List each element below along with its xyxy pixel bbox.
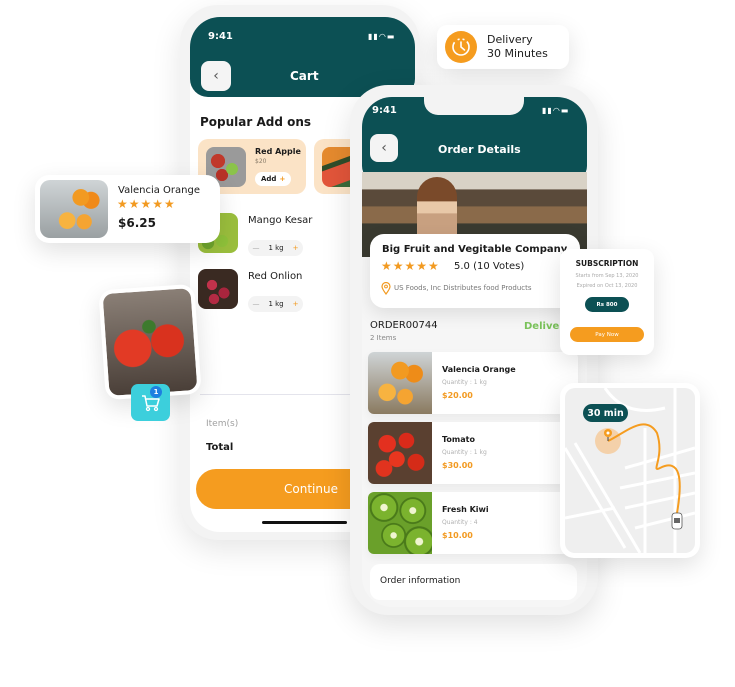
order-information-label: Order information bbox=[380, 576, 461, 586]
eta-badge: 30 min bbox=[583, 404, 628, 422]
item-count: 2 Items bbox=[370, 334, 397, 342]
add-button[interactable]: Add + bbox=[255, 172, 292, 186]
item-name: Red Onlion bbox=[248, 271, 303, 282]
tomato-image bbox=[368, 422, 432, 484]
rating-stars: ★★★★★ bbox=[381, 259, 440, 273]
store-name: Big Fruit and Vegitable Company bbox=[382, 244, 568, 255]
subscription-start: Starts from Sep 13, 2020 bbox=[575, 273, 639, 279]
chevron-left-icon: ‹ bbox=[381, 140, 387, 156]
items-label: Item(s) bbox=[206, 419, 239, 429]
back-button[interactable]: ‹ bbox=[201, 61, 231, 91]
clock-icon bbox=[445, 31, 477, 63]
addon-price: $20 bbox=[255, 158, 267, 165]
product-name: Valencia Orange bbox=[118, 185, 200, 196]
signal-icon: ▮▮ bbox=[542, 106, 553, 115]
addon-name: Red Apple bbox=[255, 147, 301, 156]
order-id: ORDER00744 bbox=[370, 320, 438, 331]
map-card[interactable]: 30 min bbox=[560, 383, 700, 558]
order-item[interactable]: Valencia Orange Quantity : 1 kg $20.00 bbox=[368, 352, 578, 414]
subscription-expiry: Expired on Oct 13, 2020 bbox=[576, 283, 638, 289]
order-information-row[interactable]: Order information bbox=[370, 564, 577, 600]
subscription-title: SUBSCRIPTION bbox=[575, 259, 639, 268]
store-card[interactable]: Big Fruit and Vegitable Company ★★★★★ 5.… bbox=[370, 234, 580, 308]
battery-icon: ▬ bbox=[386, 32, 396, 41]
quantity-stepper[interactable]: — 1 kg + bbox=[248, 296, 303, 312]
store-address: US Foods, Inc Distributes food Products bbox=[394, 284, 532, 292]
item-name: Valencia Orange bbox=[442, 365, 516, 374]
quantity-stepper[interactable]: — 1 kg + bbox=[248, 240, 303, 256]
order-item[interactable]: Tomato Quantity : 1 kg $30.00 bbox=[368, 422, 578, 484]
item-quantity: Quantity : 1 kg bbox=[442, 379, 487, 386]
map-pin-icon bbox=[381, 282, 391, 295]
tomato-image-card[interactable] bbox=[98, 283, 202, 401]
minus-icon[interactable]: — bbox=[252, 244, 259, 252]
wifi-icon: ◠ bbox=[378, 32, 387, 41]
order-item[interactable]: Fresh Kiwi Quantity : 4 $10.00 bbox=[368, 492, 578, 554]
quantity-value: 1 kg bbox=[268, 244, 284, 252]
status-icons: ▮▮◠▬ bbox=[542, 106, 569, 115]
cart-button[interactable]: 1 bbox=[131, 384, 170, 421]
cart-count-badge: 1 bbox=[150, 386, 162, 398]
plus-icon[interactable]: + bbox=[293, 300, 299, 308]
product-card[interactable]: Valencia Orange ★★★★★ $6.25 bbox=[35, 175, 220, 243]
item-quantity: Quantity : 4 bbox=[442, 519, 478, 526]
status-time: 9:41 bbox=[372, 105, 397, 116]
item-name: Tomato bbox=[442, 435, 475, 444]
wifi-icon: ◠ bbox=[552, 106, 561, 115]
chevron-left-icon: ‹ bbox=[213, 68, 219, 84]
item-price: $30.00 bbox=[442, 461, 473, 470]
orange-image bbox=[40, 180, 108, 238]
item-quantity: Quantity : 1 kg bbox=[442, 449, 487, 456]
plus-icon[interactable]: + bbox=[293, 244, 299, 252]
pay-now-button[interactable]: Pay Now bbox=[570, 327, 644, 342]
item-name: Mango Kesar bbox=[248, 215, 313, 226]
item-price: $10.00 bbox=[442, 531, 473, 540]
section-title: Popular Add ons bbox=[200, 115, 312, 129]
item-price: $20.00 bbox=[442, 391, 473, 400]
kiwi-image bbox=[368, 492, 432, 554]
signal-icon: ▮▮ bbox=[368, 32, 379, 41]
total-label: Total bbox=[206, 442, 234, 453]
delivery-time: 30 Minutes bbox=[487, 47, 548, 60]
order-header: 9:41 ▮▮◠▬ ‹ Order Details bbox=[362, 97, 587, 182]
page-title: Order Details bbox=[438, 143, 521, 156]
quantity-value: 1 kg bbox=[268, 300, 284, 308]
page-title: Cart bbox=[290, 69, 319, 83]
orange-image bbox=[368, 352, 432, 414]
home-indicator bbox=[262, 521, 347, 524]
status-time: 9:41 bbox=[208, 31, 233, 42]
delivery-label: Delivery bbox=[487, 33, 533, 46]
onion-image bbox=[198, 269, 238, 309]
plus-icon: + bbox=[279, 175, 286, 183]
battery-icon: ▬ bbox=[560, 106, 570, 115]
phone-notch bbox=[424, 97, 524, 115]
back-button[interactable]: ‹ bbox=[370, 134, 398, 162]
status-icons: ▮▮◠▬ bbox=[368, 32, 395, 41]
subscription-amount: Rs 800 bbox=[585, 297, 629, 312]
rating-stars: ★★★★★ bbox=[117, 197, 176, 211]
order-screen: 9:41 ▮▮◠▬ ‹ Order Details Big Fruit and … bbox=[362, 97, 587, 607]
delivery-badge: Delivery 30 Minutes bbox=[437, 25, 569, 69]
subscription-card: SUBSCRIPTION Starts from Sep 13, 2020 Ex… bbox=[560, 249, 654, 355]
item-name: Fresh Kiwi bbox=[442, 505, 489, 514]
minus-icon[interactable]: — bbox=[252, 300, 259, 308]
rating-text: 5.0 (10 Votes) bbox=[454, 261, 525, 272]
product-price: $6.25 bbox=[118, 216, 156, 230]
tomato-image bbox=[102, 288, 198, 396]
